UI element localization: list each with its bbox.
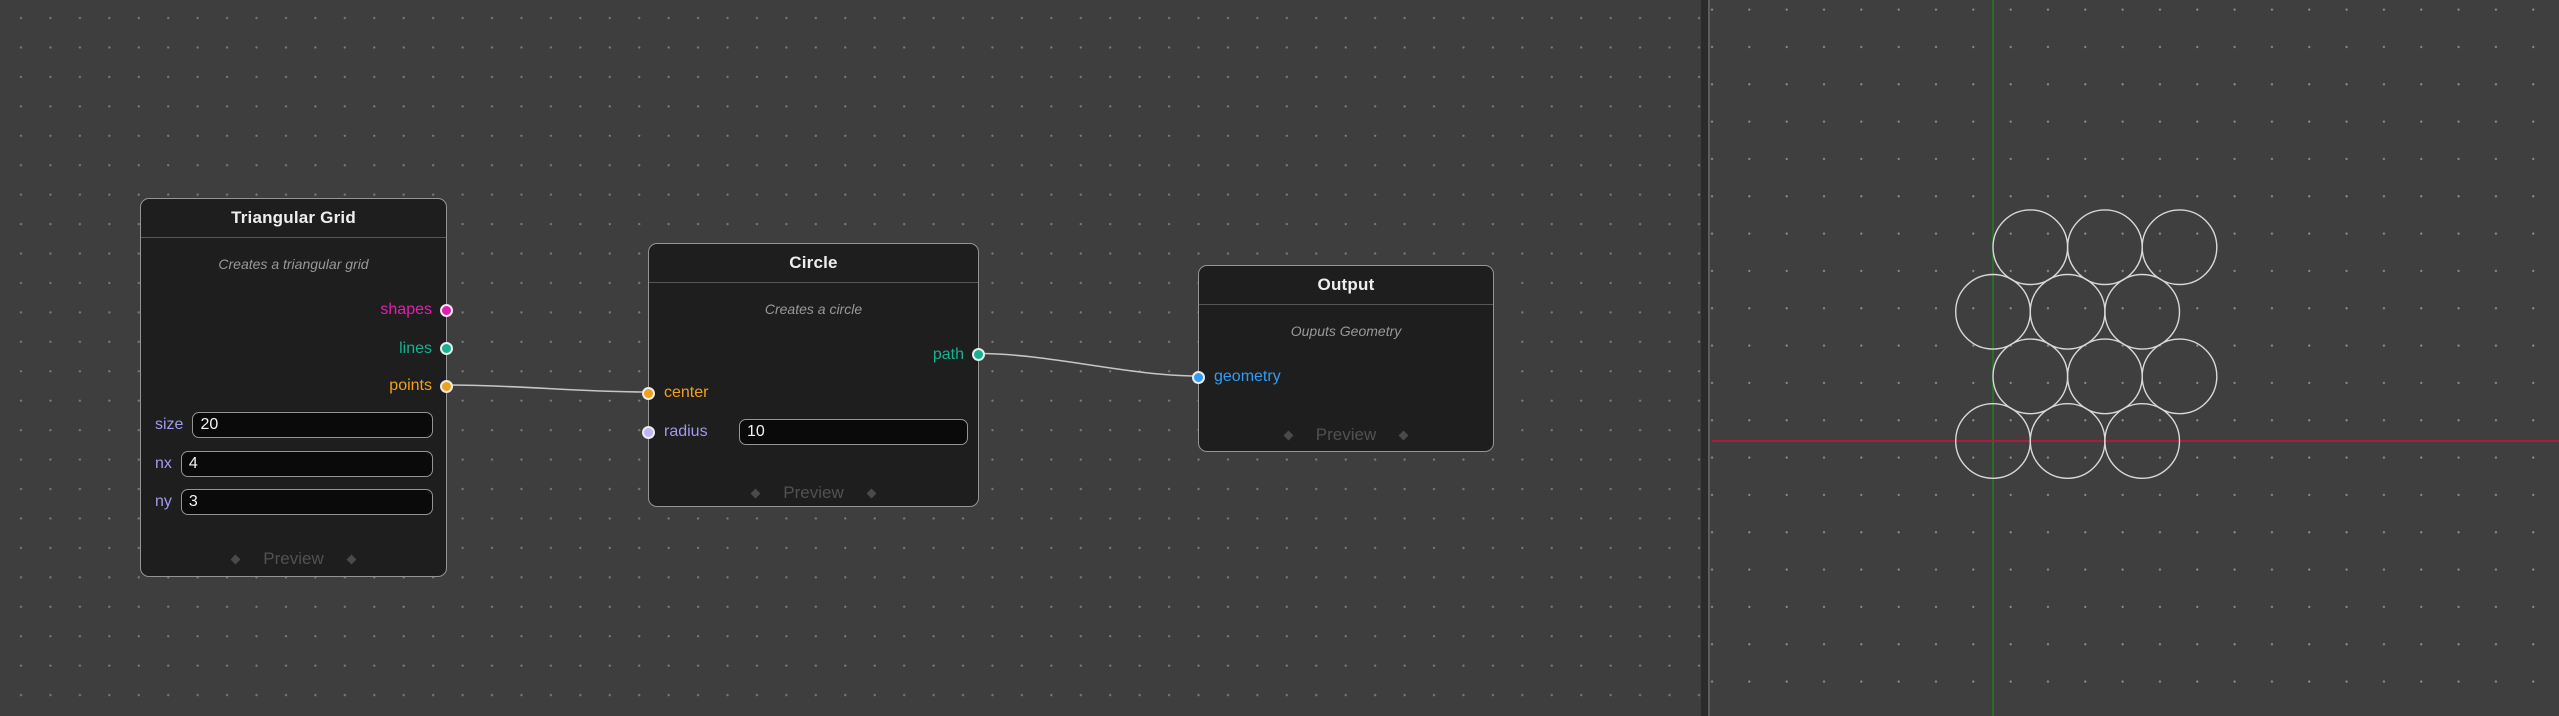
param-label-ny: ny [155,493,172,511]
param-label-nx: nx [155,455,172,473]
preview-collapse-icon [231,554,241,564]
port-label-lines: lines [399,339,432,359]
port-label-shapes: shapes [380,300,432,320]
node-header[interactable]: Output [1199,266,1493,305]
port-dot-points-output[interactable] [440,380,453,393]
preview-collapse-icon [1283,430,1293,440]
port-label-center: center [664,383,708,403]
port-dot-path-output[interactable] [972,348,985,361]
node-triangular-grid[interactable]: Triangular Grid Creates a triangular gri… [140,198,447,577]
preview-label: Preview [263,549,323,569]
node-description: Creates a triangular grid [141,256,446,272]
node-header[interactable]: Circle [649,244,978,283]
preview-toggle[interactable]: Preview [141,546,446,572]
preview-toggle[interactable]: Preview [649,480,978,506]
preview-collapse-icon [346,554,356,564]
geometry-viewport-canvas[interactable] [1710,0,2559,716]
port-dot-radius-input[interactable] [642,426,655,439]
node-output[interactable]: Output Ouputs Geometry geometry Preview [1198,265,1494,452]
node-title: Output [1318,275,1375,295]
param-input-ny[interactable] [181,489,433,515]
app-window: Triangular Grid Creates a triangular gri… [0,0,2559,716]
panel-divider[interactable] [1701,0,1710,716]
param-input-size[interactable] [192,412,433,438]
node-title: Triangular Grid [231,208,356,228]
port-label-path: path [933,345,964,365]
param-input-nx[interactable] [181,451,433,477]
node-circle[interactable]: Circle Creates a circle path center radi… [648,243,979,507]
param-row-size: size [155,412,433,438]
param-row-ny: ny [155,489,433,515]
node-description: Creates a circle [649,301,978,317]
preview-collapse-icon [751,488,761,498]
port-label-points: points [389,376,432,396]
preview-label: Preview [1316,425,1376,445]
port-dot-center-input[interactable] [642,387,655,400]
node-description: Ouputs Geometry [1199,323,1493,339]
preview-collapse-icon [866,488,876,498]
node-title: Circle [789,253,837,273]
port-dot-shapes-output[interactable] [440,304,453,317]
preview-toggle[interactable]: Preview [1199,422,1493,448]
preview-collapse-icon [1399,430,1409,440]
node-header[interactable]: Triangular Grid [141,199,446,238]
port-label-radius: radius [664,422,708,442]
port-dot-lines-output[interactable] [440,342,453,355]
param-row-nx: nx [155,451,433,477]
param-input-radius[interactable] [739,419,968,445]
port-dot-geometry-input[interactable] [1192,371,1205,384]
param-label-size: size [155,416,183,434]
port-label-geometry: geometry [1214,367,1281,387]
preview-label: Preview [783,483,843,503]
